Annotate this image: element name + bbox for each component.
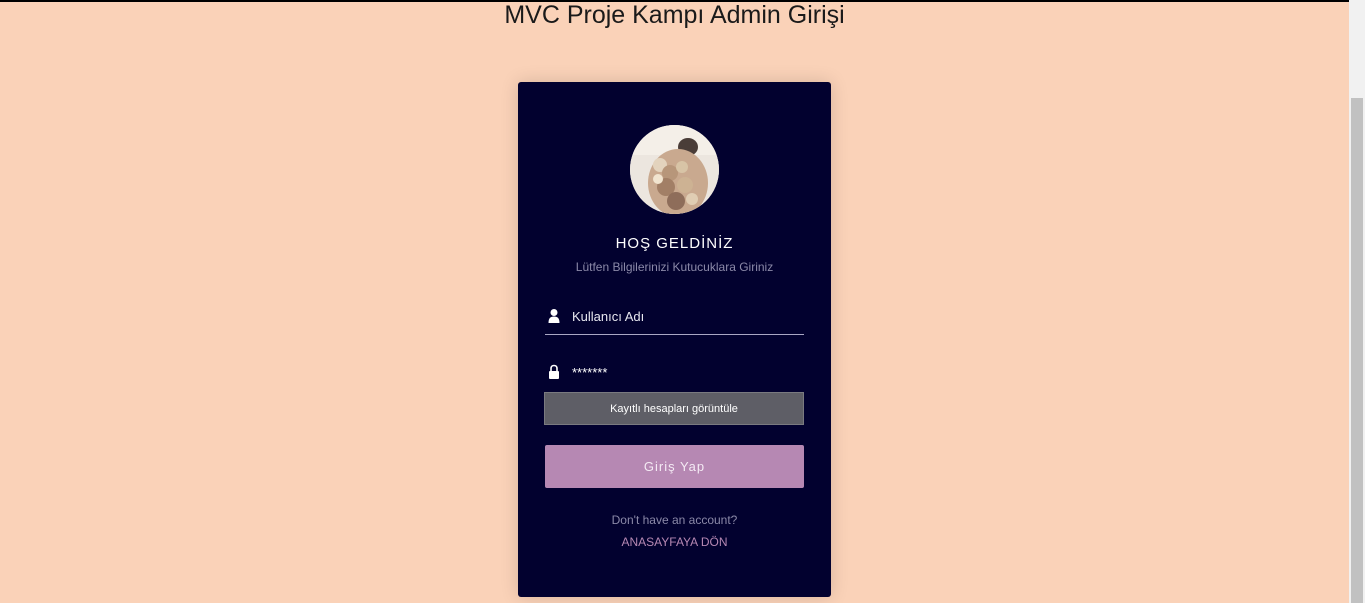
no-account-text: Don't have an account? [611,513,738,527]
home-link[interactable]: ANASAYFAYA DÖN [518,535,831,549]
scrollbar-thumb[interactable] [1351,98,1363,603]
username-field [545,300,804,335]
avatar-photo-icon [630,125,719,214]
login-button[interactable]: Giriş Yap [545,445,804,488]
login-card: HOŞ GELDİNİZ Lütfen Bilgilerinizi Kutucu… [518,82,831,597]
user-icon [548,309,560,323]
welcome-subtitle: Lütfen Bilgilerinizi Kutucuklara Giriniz [575,260,774,274]
page-title: MVC Proje Kampı Admin Girişi [504,1,845,29]
username-input[interactable] [572,305,797,327]
lock-icon [549,364,559,379]
scrollbar[interactable] [1349,0,1365,603]
password-input[interactable] [572,361,797,383]
password-field [545,356,804,390]
avatar [630,125,719,214]
welcome-heading: HOŞ GELDİNİZ [615,235,734,252]
saved-accounts-button[interactable]: Kayıtlı hesapları görüntüle [544,392,804,425]
